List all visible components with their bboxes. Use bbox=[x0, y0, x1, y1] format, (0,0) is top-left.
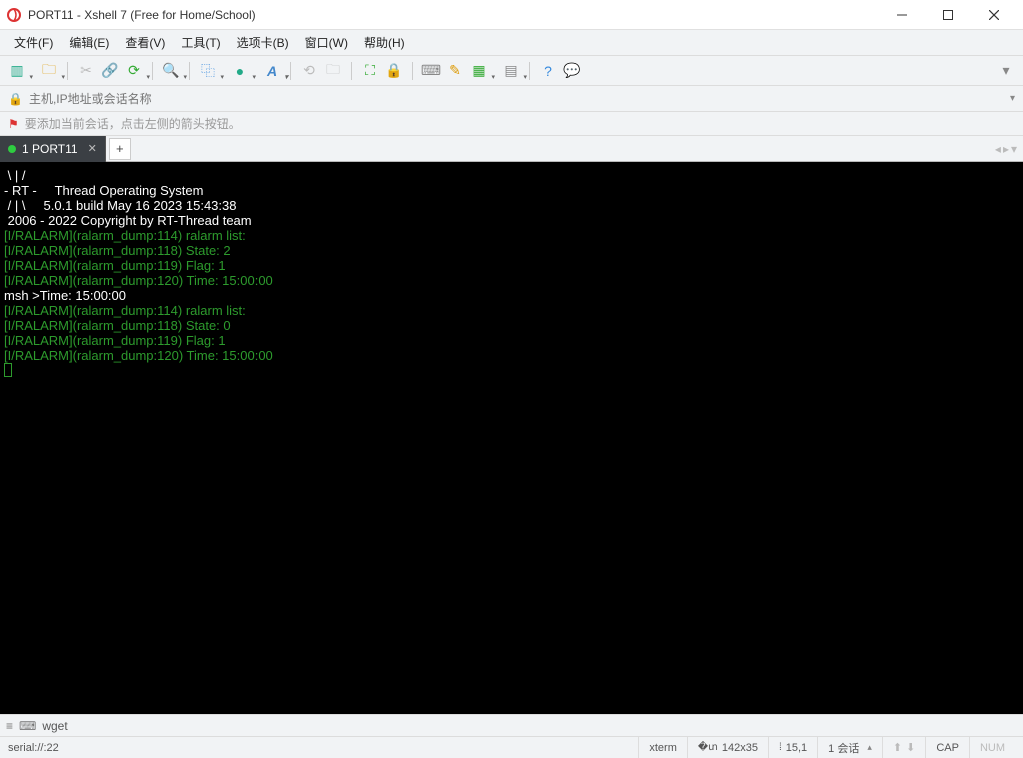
window-title: PORT11 - Xshell 7 (Free for Home/School) bbox=[28, 8, 879, 22]
hintbar: ⚑ 要添加当前会话，点击左侧的箭头按钮。 bbox=[0, 112, 1023, 136]
highlight-icon[interactable]: ✎ bbox=[444, 60, 466, 82]
link-icon[interactable]: 🔗 bbox=[99, 60, 121, 82]
cut-icon[interactable]: ✂ bbox=[75, 60, 97, 82]
status-pos: ⁞15,1 bbox=[768, 737, 817, 758]
grid-icon[interactable]: ▦ bbox=[468, 60, 490, 82]
menu-view[interactable]: 查看(V) bbox=[117, 31, 173, 54]
fullscreen-icon[interactable]: ⛶ bbox=[359, 60, 381, 82]
tabbar: 1 PORT11 ✕ + ◂ ▸ ▾ bbox=[0, 136, 1023, 162]
globe-icon[interactable]: ● bbox=[229, 60, 251, 82]
tab-nav: ◂ ▸ ▾ bbox=[995, 142, 1023, 156]
toolbar-separator bbox=[290, 62, 291, 80]
search-icon[interactable]: 🔍 bbox=[160, 60, 182, 82]
titlebar: PORT11 - Xshell 7 (Free for Home/School) bbox=[0, 0, 1023, 30]
maximize-button[interactable] bbox=[925, 0, 971, 30]
tab-label: 1 PORT11 bbox=[22, 142, 78, 156]
menu-tools[interactable]: 工具(T) bbox=[173, 31, 228, 54]
new-session-icon[interactable]: ▥ bbox=[6, 60, 28, 82]
bottom-menu-icon[interactable]: ≡ bbox=[6, 719, 13, 733]
addressbar: 🔒 ▾ bbox=[0, 86, 1023, 112]
tab-next-icon[interactable]: ▸ bbox=[1003, 142, 1009, 156]
toolbar: ▥ 🗀 ✂ 🔗 ⟳ 🔍 ⿻ ● A ⟲ 🗀 ⛶ 🔒 ⌨ ✎ ▦ ▤ ? 💬 ▾ bbox=[0, 56, 1023, 86]
menu-help[interactable]: 帮助(H) bbox=[356, 31, 413, 54]
window-controls bbox=[879, 0, 1017, 30]
menu-edit[interactable]: 编辑(E) bbox=[61, 31, 117, 54]
status-num: NUM bbox=[969, 737, 1015, 758]
bottom-keyboard-icon[interactable]: ⌨ bbox=[19, 719, 36, 733]
toolbar-separator bbox=[189, 62, 190, 80]
toolbar-separator bbox=[152, 62, 153, 80]
tab-prev-icon[interactable]: ◂ bbox=[995, 142, 1001, 156]
bottom-label: wget bbox=[42, 719, 67, 733]
menu-file[interactable]: 文件(F) bbox=[6, 31, 61, 54]
add-tab-button[interactable]: + bbox=[109, 138, 131, 160]
keyboard-icon[interactable]: ⌨ bbox=[420, 60, 442, 82]
status-updown: ⬆⬇ bbox=[882, 737, 925, 758]
bottombar: ≡ ⌨ wget bbox=[0, 714, 1023, 736]
terminal[interactable]: \ | /- RT - Thread Operating System / | … bbox=[0, 162, 1023, 714]
address-input[interactable] bbox=[29, 89, 1004, 109]
minimize-button[interactable] bbox=[879, 0, 925, 30]
folder2-icon[interactable]: 🗀 bbox=[322, 60, 344, 82]
refresh-icon[interactable]: ⟲ bbox=[298, 60, 320, 82]
chat-icon[interactable]: 💬 bbox=[561, 60, 583, 82]
menubar: 文件(F) 编辑(E) 查看(V) 工具(T) 选项卡(B) 窗口(W) 帮助(… bbox=[0, 30, 1023, 56]
lock-icon[interactable]: 🔒 bbox=[383, 60, 405, 82]
menu-tabs[interactable]: 选项卡(B) bbox=[229, 31, 297, 54]
toolbar-separator bbox=[67, 62, 68, 80]
session-tab[interactable]: 1 PORT11 ✕ bbox=[0, 136, 106, 162]
tab-menu-icon[interactable]: ▾ bbox=[1011, 142, 1017, 156]
addressbar-lock-icon: 🔒 bbox=[8, 92, 23, 106]
status-size: �տ142x35 bbox=[687, 737, 768, 758]
addressbar-dropdown-icon[interactable]: ▾ bbox=[1010, 93, 1015, 104]
help-icon[interactable]: ? bbox=[537, 60, 559, 82]
tab-close-icon[interactable]: ✕ bbox=[88, 142, 97, 155]
menu-window[interactable]: 窗口(W) bbox=[297, 31, 356, 54]
copy-icon[interactable]: ⿻ bbox=[197, 60, 219, 82]
status-cap: CAP bbox=[925, 737, 969, 758]
toolbar-separator bbox=[529, 62, 530, 80]
close-button[interactable] bbox=[971, 0, 1017, 30]
layout-icon[interactable]: ▤ bbox=[500, 60, 522, 82]
toolbar-separator bbox=[351, 62, 352, 80]
status-sessions: 1 会话▴ bbox=[817, 737, 882, 758]
toolbar-separator bbox=[412, 62, 413, 80]
statusbar: serial://:22 xterm �տ142x35 ⁞15,1 1 会话▴ … bbox=[0, 736, 1023, 758]
status-term: xterm bbox=[638, 737, 687, 758]
toolbar-overflow-icon[interactable]: ▾ bbox=[995, 60, 1017, 82]
reconnect-icon[interactable]: ⟳ bbox=[123, 60, 145, 82]
font-icon[interactable]: A bbox=[261, 60, 283, 82]
open-folder-icon[interactable]: 🗀 bbox=[38, 60, 60, 82]
tab-status-icon bbox=[8, 145, 16, 153]
app-icon bbox=[6, 7, 22, 23]
hint-text: 要添加当前会话，点击左侧的箭头按钮。 bbox=[25, 115, 241, 132]
status-connection: serial://:22 bbox=[8, 742, 638, 754]
flag-icon: ⚑ bbox=[8, 117, 19, 131]
